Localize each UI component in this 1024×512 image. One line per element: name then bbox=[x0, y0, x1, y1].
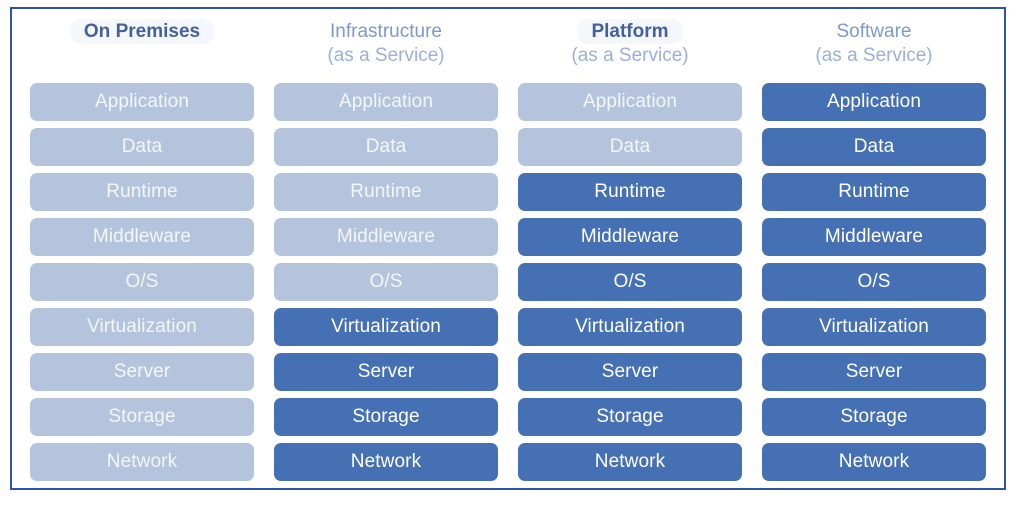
layer-box[interactable]: Storage bbox=[30, 398, 254, 436]
layer-box[interactable]: O/S bbox=[518, 263, 742, 301]
service-model-column: Platform (as a Service) Application Data Run… bbox=[508, 13, 752, 481]
column-subtitle: (as a Service) bbox=[571, 45, 689, 66]
column-title: On Premises bbox=[69, 19, 215, 44]
layer-box[interactable]: Application bbox=[30, 83, 254, 121]
layer-box[interactable]: Middleware bbox=[762, 218, 986, 256]
layer-box[interactable]: Network bbox=[274, 443, 498, 481]
layer-box[interactable]: Application bbox=[762, 83, 986, 121]
layer-box[interactable]: Data bbox=[274, 128, 498, 166]
layer-box[interactable]: Server bbox=[274, 353, 498, 391]
layer-box[interactable]: Virtualization bbox=[274, 308, 498, 346]
column-title: Infrastructure bbox=[330, 21, 442, 42]
layer-box[interactable]: Data bbox=[518, 128, 742, 166]
layer-box[interactable]: Network bbox=[518, 443, 742, 481]
layer-box[interactable]: Runtime bbox=[30, 173, 254, 211]
column-subtitle: (as a Service) bbox=[815, 45, 933, 66]
columns-container: On Premises Application Data Runtime Middlew… bbox=[12, 9, 1004, 488]
layer-stack: Application Data Runtime Middleware O/S Virtu… bbox=[30, 83, 254, 481]
layer-box[interactable]: Middleware bbox=[518, 218, 742, 256]
layer-box[interactable]: O/S bbox=[762, 263, 986, 301]
layer-box[interactable]: Virtualization bbox=[762, 308, 986, 346]
layer-box[interactable]: Server bbox=[30, 353, 254, 391]
layer-box[interactable]: Application bbox=[274, 83, 498, 121]
layer-box[interactable]: Storage bbox=[762, 398, 986, 436]
column-title: Platform bbox=[577, 19, 683, 44]
cloud-service-models-diagram: On Premises Application Data Runtime Middlew… bbox=[10, 7, 1006, 490]
layer-box[interactable]: Data bbox=[30, 128, 254, 166]
layer-box[interactable]: Server bbox=[518, 353, 742, 391]
layer-box[interactable]: Storage bbox=[274, 398, 498, 436]
service-model-column: On Premises Application Data Runtime Middlew… bbox=[20, 13, 264, 481]
column-header: On Premises bbox=[30, 13, 254, 83]
layer-box[interactable]: Runtime bbox=[274, 173, 498, 211]
layer-stack: Application Data Runtime Middleware O/S Virtu… bbox=[518, 83, 742, 481]
layer-box[interactable]: Runtime bbox=[518, 173, 742, 211]
layer-box[interactable]: Server bbox=[762, 353, 986, 391]
service-model-column: Software (as a Service) Application Data Run… bbox=[752, 13, 996, 481]
layer-box[interactable]: Virtualization bbox=[518, 308, 742, 346]
layer-box[interactable]: Data bbox=[762, 128, 986, 166]
column-header: Infrastructure (as a Service) bbox=[274, 13, 498, 83]
layer-box[interactable]: Runtime bbox=[762, 173, 986, 211]
layer-box[interactable]: O/S bbox=[30, 263, 254, 301]
layer-box[interactable]: Virtualization bbox=[30, 308, 254, 346]
layer-box[interactable]: Middleware bbox=[30, 218, 254, 256]
service-model-column: Infrastructure (as a Service) Application D… bbox=[264, 13, 508, 481]
column-title: Software bbox=[836, 21, 912, 42]
layer-box[interactable]: Application bbox=[518, 83, 742, 121]
column-subtitle: (as a Service) bbox=[327, 45, 445, 66]
layer-box[interactable]: Network bbox=[762, 443, 986, 481]
layer-box[interactable]: O/S bbox=[274, 263, 498, 301]
layer-box[interactable]: Network bbox=[30, 443, 254, 481]
layer-box[interactable]: Storage bbox=[518, 398, 742, 436]
layer-stack: Application Data Runtime Middleware O/S Virtu… bbox=[274, 83, 498, 481]
column-header: Software (as a Service) bbox=[762, 13, 986, 83]
layer-box[interactable]: Middleware bbox=[274, 218, 498, 256]
layer-stack: Application Data Runtime Middleware O/S Virtu… bbox=[762, 83, 986, 481]
column-header: Platform (as a Service) bbox=[518, 13, 742, 83]
